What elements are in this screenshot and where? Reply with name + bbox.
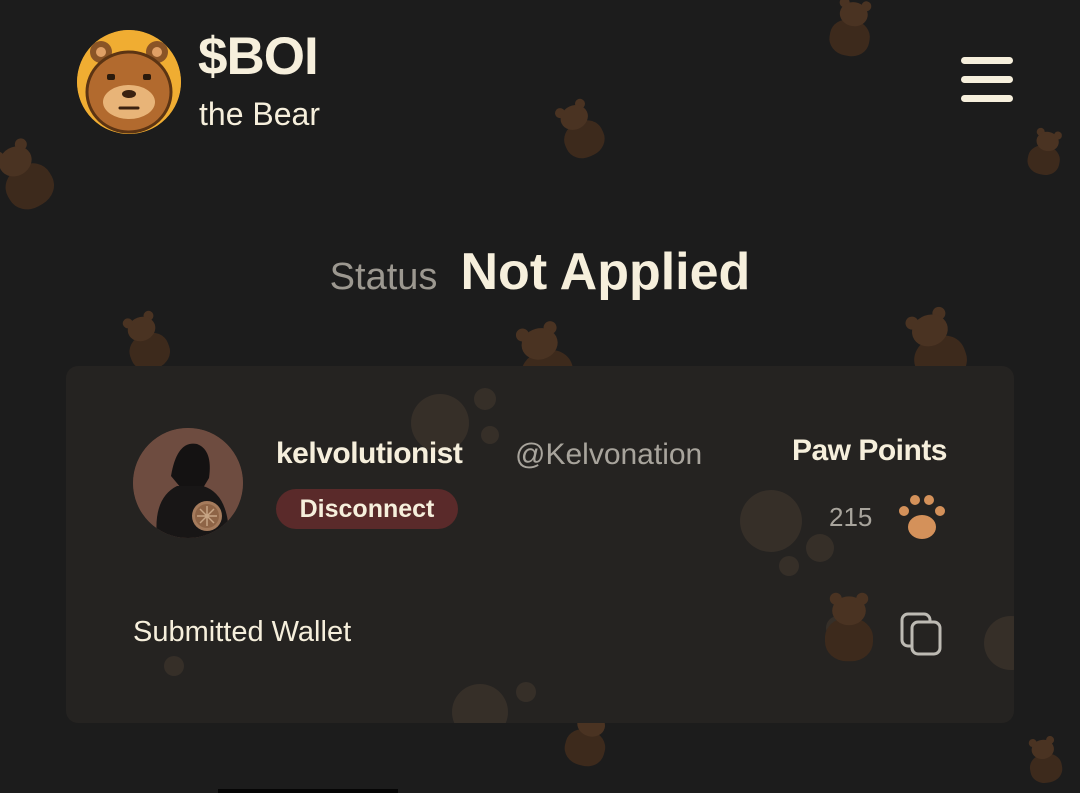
status-value: Not Applied [460, 243, 751, 301]
status-row: Status Not Applied [0, 242, 1080, 302]
user-handle: @Kelvonation [515, 438, 703, 471]
hamburger-menu-icon[interactable] [961, 57, 1015, 105]
username: kelvolutionist [276, 437, 463, 470]
paw-points-title: Paw Points [791, 434, 948, 467]
disconnect-button[interactable]: Disconnect [276, 489, 458, 529]
bear-decoration-icon [0, 134, 68, 222]
logo-bear-svg [77, 30, 181, 134]
paw-points-value: 215 [829, 502, 873, 532]
bear-decoration-icon [819, 592, 879, 663]
avatar-image [133, 428, 243, 538]
copy-icon[interactable] [898, 610, 946, 658]
user-avatar [133, 428, 243, 538]
brand-subtitle: the Bear [199, 96, 320, 132]
profile-card: kelvolutionist @Kelvonation Disconnect P… [66, 366, 1014, 723]
bear-decoration-icon [547, 96, 616, 168]
bear-decoration-icon [1021, 127, 1069, 180]
bear-face-icon [77, 30, 181, 134]
submitted-wallet-label: Submitted Wallet [133, 616, 352, 648]
bottom-edge-bar [218, 789, 398, 793]
paw-icon [896, 492, 948, 542]
bear-decoration-icon [1021, 735, 1068, 787]
status-label: Status [329, 256, 438, 298]
bear-decoration-icon [822, 0, 881, 62]
brand-title: $BOI [198, 27, 319, 86]
